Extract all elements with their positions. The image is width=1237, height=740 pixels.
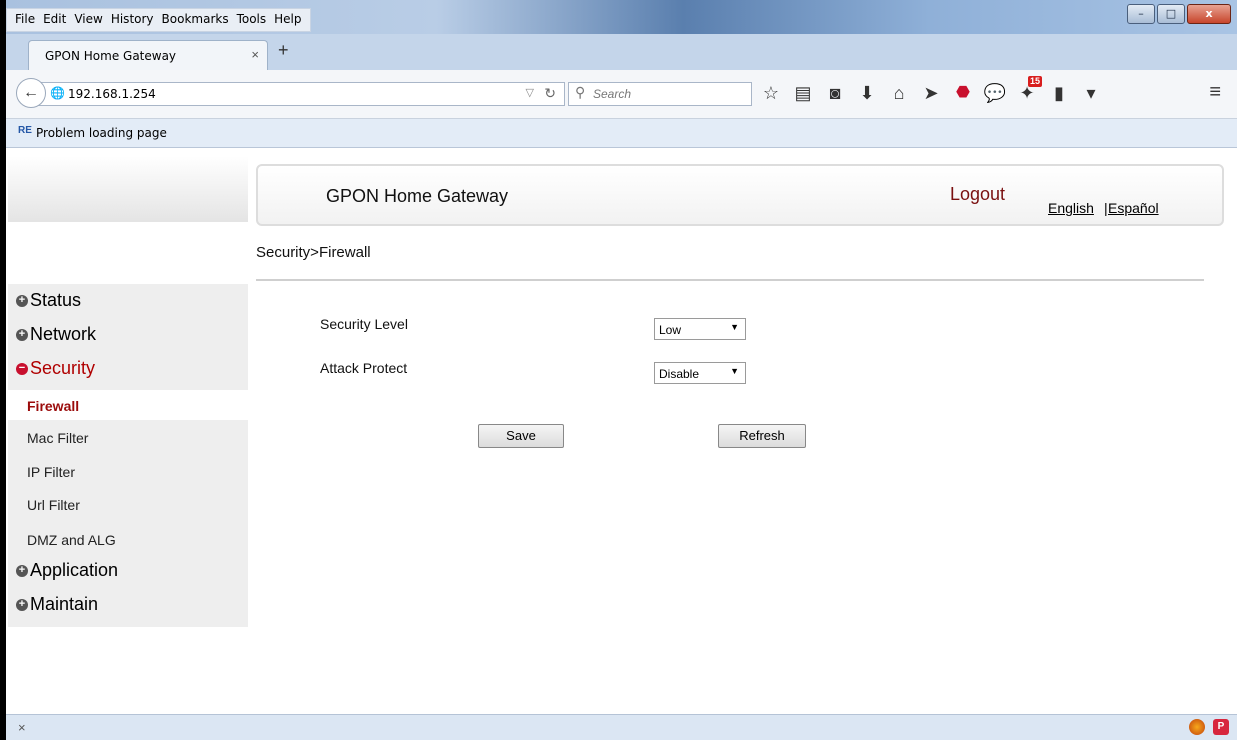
sidebar-item-ip-filter[interactable]: IP Filter — [8, 456, 248, 486]
url-dropdown-icon[interactable]: ▽ — [526, 86, 534, 99]
browser-window: File Edit View History Bookmarks Tools H… — [6, 0, 1237, 740]
sidebar-group-label: Maintain — [30, 594, 99, 614]
back-button[interactable]: ← — [16, 78, 46, 108]
close-window-button[interactable]: x — [1187, 4, 1231, 24]
attack-protect-label: Attack Protect — [320, 360, 408, 376]
security-level-select[interactable]: Low ▼ — [654, 318, 746, 340]
toolbar-icons: ☆ ▤ ◙ ⬇ ⌂ ➤ ⬣ 💬 ✦ 15 ▮ ▾ — [758, 76, 1110, 106]
expand-plus-icon: + — [16, 328, 28, 341]
url-text[interactable]: 192.168.1.254 — [68, 87, 156, 101]
language-english-link[interactable]: English — [1048, 200, 1094, 216]
bookmark-star-icon[interactable]: ☆ — [758, 80, 784, 106]
menu-bar: File Edit View History Bookmarks Tools H… — [6, 8, 311, 32]
attack-protect-value: Disable — [659, 367, 700, 381]
sidebar-item-label: IP Filter — [27, 464, 75, 480]
url-bar[interactable]: 🌐 192.168.1.254 ▽ ↻ — [32, 82, 565, 106]
sidebar-item-url-filter[interactable]: Url Filter — [8, 489, 248, 519]
sidebar-item-dmz-alg[interactable]: DMZ and ALG — [8, 524, 248, 554]
expand-plus-icon: + — [16, 294, 28, 307]
window-controls: – □ x — [1125, 4, 1231, 24]
security-level-value: Low — [659, 323, 682, 337]
tab-close-icon[interactable]: × — [251, 47, 259, 62]
sidebar-group-network[interactable]: + Network — [16, 324, 96, 345]
maximize-button[interactable]: □ — [1157, 4, 1185, 24]
menu-bookmarks[interactable]: Bookmarks — [158, 9, 233, 31]
chat-icon[interactable]: 💬 — [982, 80, 1008, 106]
brand-title: GPON Home Gateway — [326, 186, 509, 206]
expand-plus-icon: + — [16, 564, 28, 577]
minimize-button[interactable]: – — [1127, 4, 1155, 24]
page-content: GPON Home Gateway Logout English | Españ… — [6, 148, 1237, 714]
status-close-icon[interactable]: × — [18, 720, 26, 735]
sidebar-group-label: Status — [30, 290, 82, 310]
collapse-minus-icon: − — [16, 362, 28, 375]
sidebar-group-status[interactable]: + Status — [16, 290, 81, 311]
menu-edit[interactable]: Edit — [39, 9, 70, 31]
security-level-label: Security Level — [320, 316, 408, 332]
search-placeholder: Search — [593, 87, 632, 101]
sidebar-group-label: Application — [30, 560, 119, 580]
reading-list-icon[interactable]: ▤ — [790, 80, 816, 106]
menu-view[interactable]: View — [70, 9, 106, 31]
divider — [256, 279, 1204, 281]
overflow-dropdown-icon[interactable]: ▾ — [1078, 80, 1104, 106]
sidebar: + Status + Network − Security Firewall M… — [8, 284, 248, 627]
breadcrumb: Security>Firewall — [256, 244, 371, 261]
sidebar-item-label: DMZ and ALG — [27, 532, 116, 548]
refresh-button[interactable]: Refresh — [718, 424, 806, 448]
sidebar-group-maintain[interactable]: + Maintain — [16, 594, 98, 615]
tab-title: GPON Home Gateway — [45, 49, 177, 63]
menu-tools[interactable]: Tools — [233, 9, 271, 31]
menu-file[interactable]: File — [11, 9, 39, 31]
new-tab-button[interactable]: + — [278, 40, 289, 61]
sidebar-item-label: Mac Filter — [27, 430, 89, 446]
sidebar-item-firewall[interactable]: Firewall — [8, 390, 248, 420]
language-spanish-link[interactable]: Español — [1108, 200, 1159, 216]
addon-status-icon[interactable]: P — [1213, 719, 1229, 735]
sidebar-item-label: Firewall — [27, 398, 80, 414]
dropdown-arrow-icon: ▼ — [730, 366, 739, 376]
sidebar-group-security[interactable]: − Security — [16, 358, 95, 379]
gateway-header: GPON Home Gateway Logout English | Españ… — [256, 164, 1224, 226]
adblock-icon[interactable]: ⬣ — [950, 80, 976, 106]
send-icon[interactable]: ➤ — [918, 80, 944, 106]
title-bar: File Edit View History Bookmarks Tools H… — [6, 0, 1237, 34]
clipboard-icon[interactable]: ▮ — [1046, 80, 1072, 106]
home-icon[interactable]: ⌂ — [886, 80, 912, 106]
download-icon[interactable]: ⬇ — [854, 80, 880, 106]
tab-bar: GPON Home Gateway × + — [6, 34, 1237, 71]
reload-icon[interactable]: ↻ — [544, 85, 556, 102]
save-button[interactable]: Save — [478, 424, 564, 448]
globe-icon: 🌐 — [50, 86, 65, 100]
hamburger-menu-icon[interactable]: ≡ — [1209, 81, 1221, 104]
sidebar-item-label: Url Filter — [27, 497, 80, 513]
pocket-icon[interactable]: ◙ — [822, 80, 848, 106]
logout-link[interactable]: Logout — [950, 184, 1005, 205]
sidebar-group-label: Network — [30, 324, 97, 344]
firefox-status-icon[interactable] — [1189, 719, 1205, 735]
navigation-bar: 🌐 192.168.1.254 ▽ ↻ ← ⚲ Search ☆ ▤ ◙ ⬇ ⌂… — [6, 70, 1237, 119]
sidebar-item-mac-filter[interactable]: Mac Filter — [8, 422, 248, 452]
sidebar-header — [8, 156, 248, 222]
notification-badge: 15 — [1028, 76, 1043, 87]
search-icon: ⚲ — [575, 84, 586, 100]
expand-plus-icon: + — [16, 598, 28, 611]
bookmarks-bar: RE Problem loading page — [6, 119, 1237, 148]
bookmark-problem-loading[interactable]: Problem loading page — [36, 126, 167, 140]
status-bar: × P — [6, 714, 1237, 740]
tab-gpon-home-gateway[interactable]: GPON Home Gateway × — [28, 40, 268, 71]
dropdown-arrow-icon: ▼ — [730, 322, 739, 332]
sidebar-group-label: Security — [30, 358, 96, 378]
bookmark-favicon-icon: RE — [18, 125, 32, 136]
sidebar-group-application[interactable]: + Application — [16, 560, 118, 581]
extension-icon[interactable]: ✦ 15 — [1014, 76, 1043, 106]
menu-history[interactable]: History — [107, 9, 158, 31]
menu-help[interactable]: Help — [270, 9, 305, 31]
attack-protect-select[interactable]: Disable ▼ — [654, 362, 746, 384]
search-box[interactable]: ⚲ Search — [568, 82, 752, 106]
